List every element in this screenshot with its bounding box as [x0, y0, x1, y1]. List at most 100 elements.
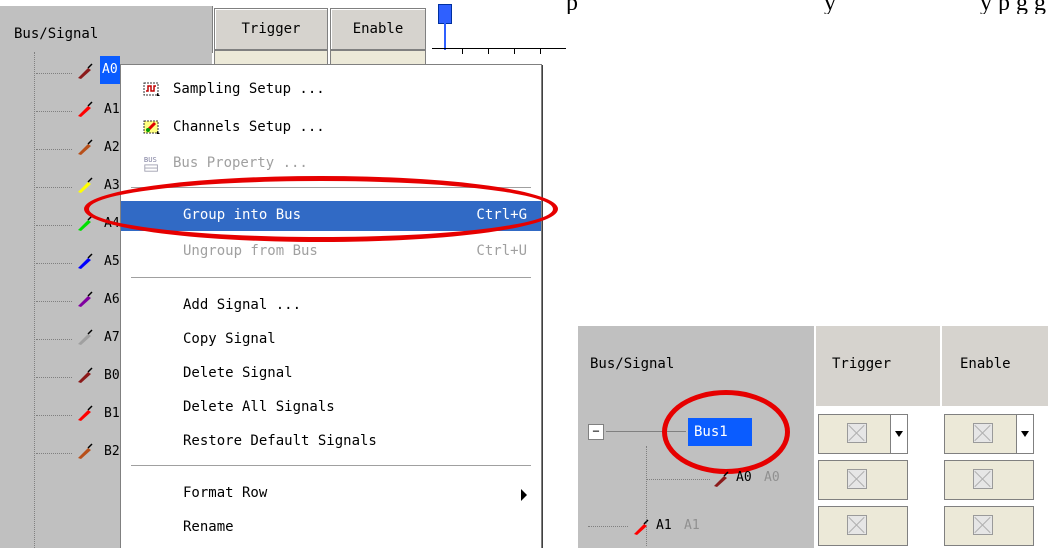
menu-item-label: Copy Signal [183, 331, 276, 347]
enable-column-header[interactable]: Enable [942, 326, 1048, 406]
signal-row-a1[interactable]: A1 A1 [632, 514, 752, 540]
axis-tick [514, 48, 515, 54]
probe-icon [78, 367, 93, 383]
menu-item-label: Channels Setup ... [173, 119, 325, 135]
collapse-symbol: − [592, 424, 600, 438]
trigger-cell-bus1[interactable] [818, 414, 908, 454]
background-text-left: p [566, 0, 578, 14]
dont-care-icon [847, 515, 867, 535]
probe-icon [634, 519, 649, 535]
bus-signal-header-label: Bus/Signal [14, 26, 99, 42]
signal-label: A0 [736, 470, 752, 485]
enable-column-header[interactable]: Enable [330, 8, 426, 50]
dont-care-icon [973, 469, 993, 489]
menu-item-label: Add Signal ... [183, 297, 302, 313]
probe-icon [78, 101, 93, 117]
menu-item-channels-setup[interactable]: Channels Setup ... [121, 113, 541, 143]
signal-label: B1 [104, 406, 120, 421]
signal-label: A0 [100, 56, 120, 84]
context-menu: Sampling Setup ... Channels Setup ... BU… [120, 64, 542, 548]
probe-icon [78, 253, 93, 269]
dont-care-icon [973, 423, 993, 443]
signal-panel-left: Bus/Signal Trigger Enable A0 A1 A2 A3 A4 A5 A6… [0, 0, 566, 548]
channels-setup-icon [143, 120, 160, 134]
signal-panel-right: Bus/Signal Trigger Enable − Bus1 A0 A0 A… [578, 326, 1048, 548]
trigger-column-header[interactable]: Trigger [816, 326, 941, 406]
tree-branch-line [36, 453, 72, 454]
enable-header-label: Enable [352, 21, 404, 37]
time-axis [432, 48, 566, 49]
enable-cell-a0[interactable] [944, 460, 1034, 500]
cursor-marker[interactable] [438, 4, 452, 24]
menu-item-copy-signal[interactable]: Copy Signal [121, 325, 541, 355]
probe-icon [78, 329, 93, 345]
trigger-cell-a1[interactable] [818, 506, 908, 546]
signal-label: A7 [104, 330, 120, 345]
enable-cell-bus1[interactable] [944, 414, 1034, 454]
bus-signal-header: Bus/Signal [0, 6, 213, 53]
menu-item-format-row[interactable]: Format Row [121, 479, 541, 509]
trigger-column-header[interactable]: Trigger [214, 8, 328, 50]
menu-item-label: Delete Signal [183, 365, 293, 381]
submenu-arrow-icon [521, 489, 527, 501]
signal-label: A3 [104, 178, 120, 193]
bus-icon-text: BUS [144, 155, 157, 164]
tree-branch-line [36, 225, 72, 226]
axis-tick [540, 48, 541, 54]
menu-item-delete-signal[interactable]: Delete Signal [121, 359, 541, 389]
probe-icon [714, 471, 729, 487]
signal-label: B2 [104, 444, 120, 459]
axis-tick [488, 48, 489, 54]
menu-item-add-signal[interactable]: Add Signal ... [121, 291, 541, 321]
probe-icon [78, 177, 93, 193]
menu-separator [131, 277, 531, 279]
signal-label: A6 [104, 292, 120, 307]
trigger-header-label: Trigger [832, 356, 892, 372]
cursor-line [444, 22, 446, 50]
signal-label: A5 [104, 254, 120, 269]
tree-branch-line [36, 301, 72, 302]
enable-cell-a1[interactable] [944, 506, 1034, 546]
probe-icon [78, 63, 93, 79]
annotation-ellipse [84, 176, 558, 242]
signal-label: A2 [104, 140, 120, 155]
menu-item-label: Restore Default Signals [183, 433, 377, 449]
menu-item-label: Rename [183, 519, 234, 535]
background-text-middle: y [824, 0, 836, 14]
tree-branch-line [36, 73, 72, 74]
background-text: p y y p g g y [560, 0, 1048, 14]
bus-property-icon: BUS [144, 155, 158, 172]
dont-care-icon [847, 469, 867, 489]
dropdown-button[interactable] [1016, 415, 1033, 453]
background-text-right: y p g g y [980, 0, 1048, 14]
collapse-toggle[interactable]: − [588, 424, 604, 440]
trigger-cell-a0[interactable] [818, 460, 908, 500]
menu-item-label: Format Row [183, 485, 268, 501]
tree-branch-line [36, 415, 72, 416]
dropdown-button[interactable] [890, 415, 907, 453]
probe-icon [78, 291, 93, 307]
menu-item-rename[interactable]: Rename [121, 513, 541, 543]
trigger-header-label: Trigger [241, 21, 301, 37]
menu-item-restore-default-signals[interactable]: Restore Default Signals [121, 427, 541, 457]
tree-branch-line [646, 479, 710, 480]
probe-icon [78, 443, 93, 459]
menu-item-label: Sampling Setup ... [173, 81, 325, 97]
menu-item-bus-property: BUS Bus Property ... [121, 149, 541, 179]
dont-care-icon [973, 515, 993, 535]
tree-branch-line [588, 526, 628, 527]
tree-branch-line [36, 111, 72, 112]
menu-item-label: Ungroup from Bus [183, 243, 318, 259]
dont-care-icon [847, 423, 867, 443]
menu-item-sampling-setup[interactable]: Sampling Setup ... [121, 75, 541, 105]
signal-alias: A0 [764, 470, 780, 485]
menu-item-delete-all-signals[interactable]: Delete All Signals [121, 393, 541, 423]
waveform-area[interactable] [432, 0, 566, 60]
signal-label: A1 [104, 102, 120, 117]
signal-row-a0[interactable]: A0 A0 [712, 466, 812, 492]
tree-branch-line [36, 339, 72, 340]
axis-tick [462, 48, 463, 54]
menu-item-label: Bus Property ... [173, 155, 308, 171]
signal-alias: A1 [684, 518, 700, 533]
bus-signal-header-label: Bus/Signal [590, 356, 675, 372]
